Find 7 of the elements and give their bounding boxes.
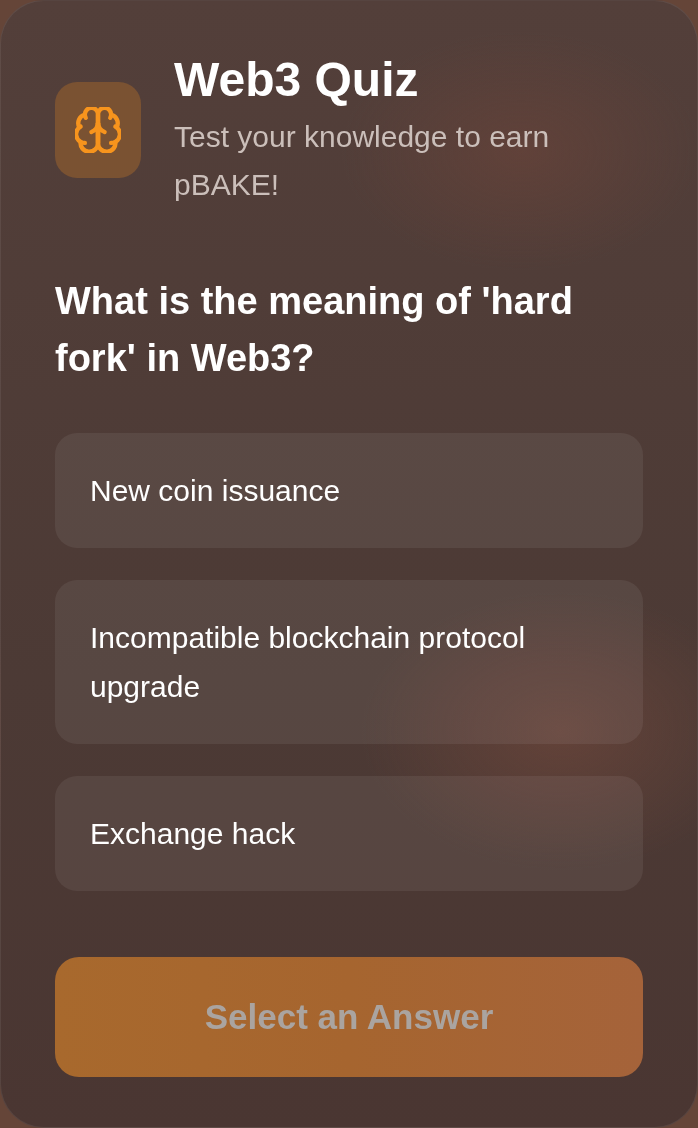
brain-icon [55, 81, 141, 178]
question-text: What is the meaning of 'hard fork' in Web3? [55, 278, 574, 381]
quiz-title: Web3 Quiz [174, 52, 420, 108]
answer-option[interactable]: New coin issuance [55, 432, 643, 548]
answer-option[interactable]: Incompatible blockchain protocol upgrade [55, 579, 643, 744]
answer-option[interactable]: Exchange hack [55, 775, 643, 891]
quiz-subtitle: Test your knowledge to earn pBAKE! [174, 118, 551, 203]
